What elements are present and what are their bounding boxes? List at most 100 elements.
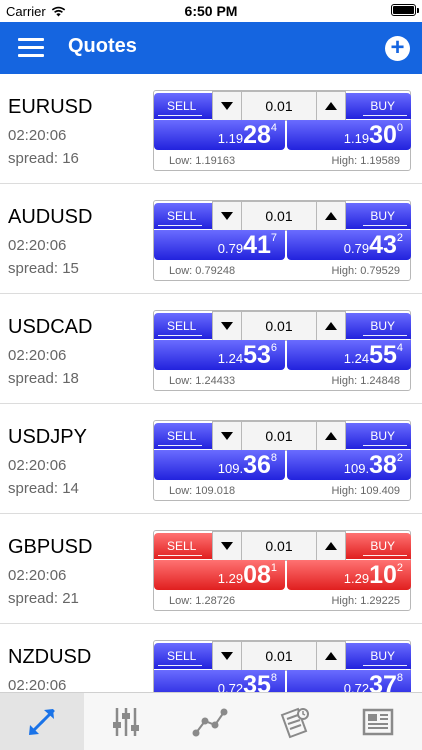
add-symbol-icon[interactable]: + — [385, 36, 410, 61]
battery-icon — [391, 4, 419, 16]
chevron-down-icon — [221, 652, 233, 660]
sell-label: SELL — [167, 649, 197, 663]
quotes-list[interactable]: EURUSD 02:20:06 spread: 16 SELL BUY 0.01… — [0, 74, 422, 692]
sell-price-pips: 35 — [243, 671, 271, 693]
symbol-name: EURUSD — [8, 96, 93, 118]
lot-increase-button[interactable] — [316, 421, 346, 451]
spread-label: spread: 21 — [8, 590, 79, 607]
buy-price: 1.29102 — [344, 563, 403, 588]
sell-price-prefix: 109. — [217, 461, 244, 476]
high-value: High: 1.24848 — [331, 375, 400, 387]
sell-price-box[interactable]: 1.29081 — [154, 560, 285, 590]
buy-price-prefix: 1.24 — [343, 351, 370, 366]
buy-price-pips: 38 — [369, 451, 397, 479]
sliders-icon — [113, 708, 139, 736]
lot-size-field[interactable]: 0.01 — [241, 201, 317, 231]
buy-price-box[interactable]: 0.72378 — [287, 670, 411, 692]
chevron-up-icon — [325, 212, 337, 220]
sell-price-box[interactable]: 0.72358 — [154, 670, 285, 692]
buy-price-box[interactable]: 1.19300 — [287, 120, 411, 150]
spread-label: spread: 16 — [8, 150, 79, 167]
symbol-name: NZDUSD — [8, 646, 92, 668]
sell-price-box[interactable]: 1.19284 — [154, 120, 285, 150]
symbol-name: USDJPY — [8, 426, 87, 448]
buy-price-fraction: 0 — [396, 122, 403, 134]
quote-time: 02:20:06 — [8, 347, 67, 364]
quote-row[interactable]: USDCAD 02:20:06 spread: 18 SELL BUY 0.01… — [0, 294, 422, 404]
sell-price-fraction: 1 — [270, 562, 277, 574]
sell-price: 1.29081 — [218, 563, 277, 588]
sell-price: 1.24536 — [218, 343, 277, 368]
lot-decrease-button[interactable] — [212, 311, 242, 341]
page-title: Quotes — [68, 35, 137, 57]
buy-price: 0.72378 — [344, 671, 403, 693]
tab-trade[interactable] — [84, 693, 168, 750]
lot-decrease-button[interactable] — [212, 91, 242, 121]
quote-row[interactable]: NZDUSD 02:20:06 SELL BUY 0.01 0.72358 0.… — [0, 624, 422, 692]
quote-time: 02:20:06 — [8, 567, 67, 584]
tab-news[interactable] — [336, 693, 420, 750]
lot-decrease-button[interactable] — [212, 421, 242, 451]
sell-price-box[interactable]: 0.79417 — [154, 230, 285, 260]
buy-price-box[interactable]: 0.79432 — [287, 230, 411, 260]
buy-price: 1.19300 — [344, 123, 403, 148]
quote-time: 02:20:06 — [8, 677, 67, 692]
status-bar: Carrier 6:50 PM — [0, 0, 422, 22]
quote-row[interactable]: EURUSD 02:20:06 spread: 16 SELL BUY 0.01… — [0, 74, 422, 184]
tab-bar — [0, 692, 422, 750]
lot-size-field[interactable]: 0.01 — [241, 531, 317, 561]
hamburger-menu-icon[interactable] — [18, 38, 44, 58]
buy-price-fraction: 4 — [396, 342, 403, 354]
sell-price-fraction: 4 — [270, 122, 277, 134]
lot-size-field[interactable]: 0.01 — [241, 91, 317, 121]
low-high-bar: Low: 0.79248 High: 0.79529 — [154, 262, 410, 280]
lot-decrease-button[interactable] — [212, 201, 242, 231]
trade-panel: SELL BUY 0.01 1.24536 1.24554 Low: 1.244… — [153, 310, 411, 391]
sell-label: SELL — [167, 319, 197, 333]
high-value: High: 1.19589 — [331, 155, 400, 167]
buy-label: BUY — [370, 319, 395, 333]
high-value: High: 109.409 — [331, 485, 400, 497]
low-high-bar: Low: 1.28726 High: 1.29225 — [154, 592, 410, 610]
high-value: High: 1.29225 — [331, 595, 400, 607]
lot-size-field[interactable]: 0.01 — [241, 641, 317, 671]
quote-row[interactable]: USDJPY 02:20:06 spread: 14 SELL BUY 0.01… — [0, 404, 422, 514]
lot-decrease-button[interactable] — [212, 641, 242, 671]
sell-price-pips: 41 — [243, 231, 271, 259]
sell-price-box[interactable]: 1.24536 — [154, 340, 285, 370]
low-value: Low: 109.018 — [169, 485, 236, 497]
buy-price-pips: 43 — [369, 231, 397, 259]
symbol-name: AUDUSD — [8, 206, 93, 228]
line-chart-icon — [192, 708, 228, 737]
tab-history[interactable] — [252, 693, 336, 750]
chevron-down-icon — [221, 542, 233, 550]
lot-increase-button[interactable] — [316, 91, 346, 121]
lot-increase-button[interactable] — [316, 641, 346, 671]
quote-row[interactable]: GBPUSD 02:20:06 spread: 21 SELL BUY 0.01… — [0, 514, 422, 624]
low-value: Low: 1.28726 — [169, 595, 236, 607]
sell-price-box[interactable]: 109.368 — [154, 450, 285, 480]
tab-quotes[interactable] — [0, 693, 84, 750]
sell-price-prefix: 0.79 — [217, 241, 244, 256]
low-high-bar: Low: 109.018 High: 109.409 — [154, 482, 410, 500]
sell-price-pips: 08 — [243, 561, 271, 589]
lot-size-field[interactable]: 0.01 — [241, 311, 317, 341]
low-high-bar: Low: 1.19163 High: 1.19589 — [154, 152, 410, 170]
chevron-up-icon — [325, 542, 337, 550]
sell-price-prefix: 1.24 — [217, 351, 244, 366]
buy-price-box[interactable]: 1.29102 — [287, 560, 411, 590]
lot-increase-button[interactable] — [316, 311, 346, 341]
low-value: Low: 1.19163 — [169, 155, 236, 167]
lot-decrease-button[interactable] — [212, 531, 242, 561]
tab-chart[interactable] — [168, 693, 252, 750]
buy-price-box[interactable]: 109.382 — [287, 450, 411, 480]
buy-label: BUY — [370, 99, 395, 113]
quote-row[interactable]: AUDUSD 02:20:06 spread: 15 SELL BUY 0.01… — [0, 184, 422, 294]
buy-price-pips: 37 — [369, 671, 397, 693]
trade-panel: SELL BUY 0.01 0.79417 0.79432 Low: 0.792… — [153, 200, 411, 281]
buy-price-box[interactable]: 1.24554 — [287, 340, 411, 370]
lot-increase-button[interactable] — [316, 201, 346, 231]
buy-price-fraction: 2 — [396, 232, 403, 244]
lot-size-field[interactable]: 0.01 — [241, 421, 317, 451]
lot-increase-button[interactable] — [316, 531, 346, 561]
